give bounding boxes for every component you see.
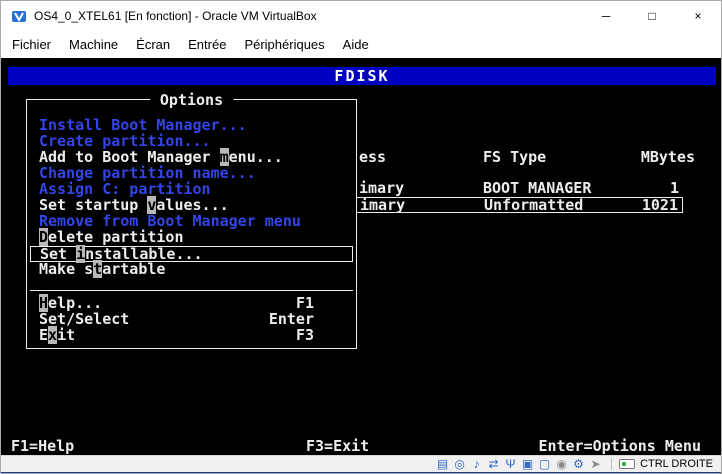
column-header-fs-type: FS Type	[483, 149, 546, 165]
hint-f3-exit: F3=Exit	[306, 438, 369, 454]
features-icon[interactable]: ⚙	[570, 457, 587, 472]
cell-mbytes: 1021	[642, 198, 678, 213]
window-controls: ─ □ ×	[583, 1, 721, 31]
cell-mbytes: 1	[670, 181, 679, 196]
menubar-item-aide[interactable]: Aide	[334, 31, 378, 58]
partition-row[interactable]: imary Unformatted 1021	[353, 197, 683, 213]
column-header-access: ess	[359, 149, 386, 165]
fdisk-title: FDISK	[334, 67, 389, 85]
hotkey-letter: x	[48, 326, 57, 344]
menu-label-text: Make s	[39, 260, 93, 278]
menubar-item-machine[interactable]: Machine	[60, 31, 127, 58]
cell-fs-type: Unformatted	[484, 198, 583, 213]
status-icons: ▤◎♪⇄Ψ▣▢◉⚙➤	[434, 457, 604, 472]
menu-label-text: E	[39, 326, 48, 344]
keyboard-icon	[619, 459, 635, 469]
shortcut-key: F1	[296, 296, 314, 311]
cell-partition-type: imary	[359, 181, 404, 196]
menubar-item-p-riph-riques[interactable]: Périphériques	[235, 31, 333, 58]
options-item-make-startable[interactable]: Make startable	[27, 262, 356, 278]
shared-folders-icon[interactable]: ▣	[519, 457, 536, 472]
cell-partition-type: imary	[360, 198, 405, 213]
shortcut-key: F3	[296, 328, 314, 343]
shortcut-key: Enter	[269, 312, 314, 327]
display-icon[interactable]: ▢	[536, 457, 553, 472]
vm-display: FDISK ess FS Type MBytes imary BOOT MANAG…	[1, 58, 722, 455]
menubar-item-cran[interactable]: Écran	[127, 31, 179, 58]
partition-row[interactable]: imary BOOT MANAGER 1	[353, 181, 683, 197]
title-bar: OS4_0_XTEL61 [En fonction] - Oracle VM V…	[1, 1, 721, 31]
fdisk-key-hints: F1=Help F3=Exit Enter=Options Menu	[1, 438, 722, 454]
hint-f1-help: F1=Help	[11, 438, 74, 454]
cell-fs-type: BOOT MANAGER	[483, 181, 591, 196]
options-item-delete-partition[interactable]: Delete partition	[27, 230, 356, 246]
menubar-item-entr-e[interactable]: Entrée	[179, 31, 235, 58]
options-item-exit[interactable]: Exit F3	[27, 328, 356, 344]
maximize-button[interactable]: □	[629, 1, 675, 31]
optical-disc-icon[interactable]: ◎	[451, 457, 468, 472]
status-separator	[611, 458, 612, 470]
window-title: OS4_0_XTEL61 [En fonction] - Oracle VM V…	[34, 9, 583, 23]
menubar-item-fichier[interactable]: Fichier	[3, 31, 60, 58]
virtualbox-window: OS4_0_XTEL61 [En fonction] - Oracle VM V…	[0, 0, 722, 474]
usb-icon[interactable]: Ψ	[502, 457, 519, 472]
column-header-mbytes: MBytes	[601, 149, 695, 165]
recording-icon[interactable]: ◉	[553, 457, 570, 472]
menu-label-text: elete partition	[48, 228, 183, 246]
hotkey-letter: t	[93, 260, 102, 278]
host-key-indicator: CTRL DROITE	[619, 458, 713, 470]
menu-bar: FichierMachineÉcranEntréePériphériquesAi…	[1, 31, 721, 58]
options-menu-title: Options	[150, 91, 233, 109]
close-button[interactable]: ×	[675, 1, 721, 31]
minimize-button[interactable]: ─	[583, 1, 629, 31]
host-key-label: CTRL DROITE	[640, 458, 713, 470]
network-icon[interactable]: ⇄	[485, 457, 502, 472]
menu-separator	[30, 290, 353, 291]
options-menu: Options Install Boot Manager...Create pa…	[26, 99, 357, 349]
status-bar: ▤◎♪⇄Ψ▣▢◉⚙➤ CTRL DROITE	[1, 455, 721, 472]
virtualbox-logo-icon	[10, 7, 28, 25]
hotkey-letter: D	[39, 228, 48, 246]
hint-enter-options: Enter=Options Menu	[538, 438, 701, 454]
audio-icon[interactable]: ♪	[468, 457, 485, 472]
hdd-icon[interactable]: ▤	[434, 457, 451, 472]
mouse-icon[interactable]: ➤	[587, 457, 604, 472]
fdisk-title-bar: FDISK	[8, 67, 716, 85]
menu-label-text: it	[57, 326, 75, 344]
menu-label-text: artable	[102, 260, 165, 278]
